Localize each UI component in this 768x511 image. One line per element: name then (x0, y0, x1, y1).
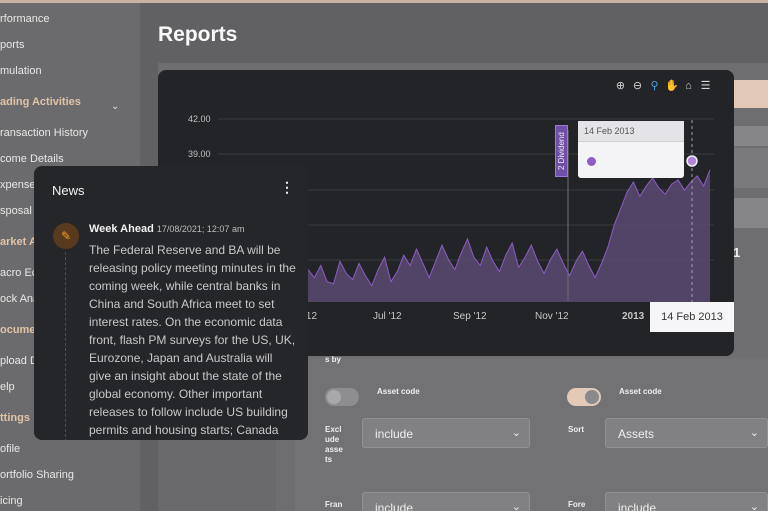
sidebar-section-market[interactable]: arket A (0, 236, 37, 248)
x-tick-label: Jul '12 (373, 311, 402, 322)
sidebar-item-expense[interactable]: xpense (0, 179, 35, 191)
news-title: News (52, 183, 85, 198)
news-item-heading[interactable]: Week Ahead 17/08/2021; 12:07 am (89, 223, 244, 235)
x-tick-label: Sep '12 (453, 311, 487, 322)
foreign-label: Fore (568, 500, 586, 509)
sidebar-item-reports[interactable]: ports (0, 39, 24, 51)
chevron-down-icon: ⌄ (749, 427, 759, 439)
sidebar-item-disposal[interactable]: sposal (0, 205, 32, 217)
asset-code-label-right: Asset code (619, 387, 662, 396)
y-tick-label: 39.00 (188, 149, 211, 159)
page-title: Reports (158, 23, 238, 46)
news-item-time: 17/08/2021; 12:07 am (156, 224, 245, 234)
franking-select[interactable]: include ⌄ (362, 492, 530, 511)
sort-select[interactable]: Assets ⌄ (605, 418, 768, 448)
chevron-down-icon: ⌄ (511, 427, 521, 439)
asset-code-label: Asset code (377, 387, 420, 396)
dividend-flag[interactable]: 2 Dividend (555, 125, 568, 177)
news-item-title: Week Ahead (89, 223, 154, 235)
background-tab (734, 126, 768, 146)
timeline-line (65, 252, 66, 440)
asset-code-toggle-right[interactable] (567, 388, 601, 406)
x-tick-label: Nov '12 (535, 311, 569, 322)
sidebar-item-macro[interactable]: acro Ec (0, 267, 37, 279)
sidebar-item-profile[interactable]: ofile (0, 443, 20, 455)
franking-label: Fran (325, 500, 343, 509)
sort-by-label: s by (325, 355, 342, 364)
sidebar-item-portfolio-sharing[interactable]: ortfolio Sharing (0, 469, 74, 481)
background-card (734, 198, 768, 228)
chevron-down-icon: ⌄ (511, 501, 521, 511)
sidebar-item-simulation[interactable]: mulation (0, 65, 42, 77)
sidebar-item-pricing[interactable]: icing (0, 495, 23, 507)
series-dot-icon (587, 157, 596, 166)
chart-tooltip: 14 Feb 2013 (578, 121, 684, 178)
y-tick-label: 42.00 (188, 114, 211, 124)
exclude-assets-select[interactable]: include ⌄ (362, 418, 530, 448)
hover-point (686, 155, 698, 167)
crosshair-date-label: 14 Feb 2013 (650, 302, 734, 332)
notice-banner (734, 80, 768, 108)
tooltip-date: 14 Feb 2013 (578, 121, 684, 142)
asset-code-toggle[interactable] (325, 388, 359, 406)
sidebar-item-transaction-history[interactable]: ransaction History (0, 127, 88, 139)
chevron-down-icon[interactable]: ⌄ (111, 101, 119, 112)
sidebar-item-help[interactable]: elp (0, 381, 15, 393)
sidebar-item-performance[interactable]: rformance (0, 13, 50, 25)
summary-digit: 1 (733, 245, 741, 260)
kebab-menu-icon[interactable]: ⋮ (280, 180, 294, 194)
x-tick-label: 2013 (622, 311, 645, 322)
foreign-select[interactable]: include ⌄ (605, 492, 768, 511)
sidebar-item-income-details[interactable]: come Details (0, 153, 64, 165)
sidebar-item-upload[interactable]: pload D (0, 355, 38, 367)
chevron-down-icon: ⌄ (749, 501, 759, 511)
news-item-body: The Federal Reserve and BA will be relea… (89, 243, 296, 437)
background-card (734, 148, 768, 188)
pencil-icon: ✎ (53, 223, 79, 249)
sort-label: Sort (568, 425, 584, 434)
sidebar-section-trading-activities[interactable]: ading Activities (0, 96, 81, 108)
exclude-assets-label: Excl ude asse ts (325, 425, 343, 464)
sidebar-section-settings[interactable]: ttings (0, 412, 30, 424)
news-panel: News ⋮ ✎ Week Ahead 17/08/2021; 12:07 am… (34, 166, 308, 440)
